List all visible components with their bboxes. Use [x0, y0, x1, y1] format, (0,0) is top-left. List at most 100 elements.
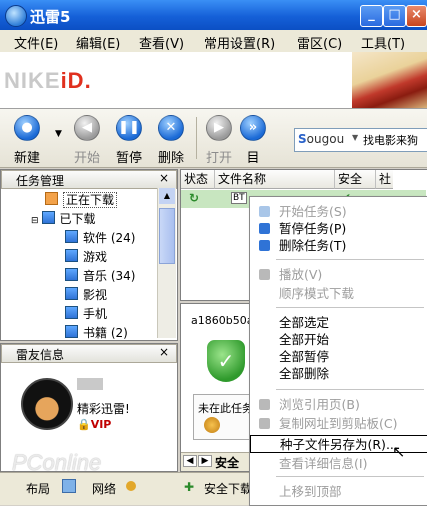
layout-icon: [62, 479, 76, 493]
scrollbar[interactable]: ▲: [157, 188, 176, 338]
safe-download-text[interactable]: 安全下载: [204, 480, 252, 497]
tree-item-mobile[interactable]: 手机: [65, 305, 107, 322]
menu-edit[interactable]: 编辑(E): [76, 33, 120, 52]
menu-item-pause-all[interactable]: 全部暂停: [250, 348, 427, 366]
copy-url-icon: [259, 418, 270, 429]
maximize-button[interactable]: □: [383, 5, 406, 27]
collapse-icon[interactable]: ⊟: [31, 216, 39, 226]
menu-item-delete-task[interactable]: 删除任务(T): [250, 237, 427, 255]
close-icon[interactable]: ×: [159, 171, 169, 185]
bt-file-icon: BT: [231, 192, 247, 204]
menu-item-label: 开始任务(S): [279, 204, 347, 219]
layout-button[interactable]: 布局: [26, 480, 50, 497]
safe-download-icon: ✚: [184, 480, 195, 494]
menu-item-label: 暂停任务(P): [279, 221, 347, 236]
menu-item-start-all[interactable]: 全部开始: [250, 331, 427, 349]
close-icon[interactable]: ×: [159, 345, 169, 359]
menu-item-label: 播放(V): [279, 267, 323, 282]
menu-item-label: 查看详细信息(I): [279, 456, 368, 471]
tab-prev-icon[interactable]: ◀: [183, 455, 197, 467]
new-button[interactable]: ● 新建: [10, 115, 44, 166]
search-box[interactable]: Sougou ▼ 找电影来狗: [294, 128, 427, 152]
menu-item-move-to-top[interactable]: 上移到顶部: [250, 483, 427, 501]
friend-panel-header: 雷友信息 ×: [1, 344, 177, 363]
status-icon: ↻: [189, 191, 200, 205]
nike-logo: NIKEiD.: [4, 68, 92, 93]
tab-next-icon[interactable]: ▶: [198, 455, 212, 467]
engine-dropdown-icon[interactable]: ▼: [352, 133, 358, 142]
menu-item-pause-task[interactable]: 暂停任务(P): [250, 220, 427, 238]
title-bar[interactable]: 迅雷5 _ □ ×: [0, 0, 427, 30]
menu-item-play[interactable]: 播放(V): [250, 266, 427, 284]
scroll-up-icon[interactable]: ▲: [159, 188, 175, 204]
slogan-text: 精彩迅雷!: [77, 402, 130, 416]
menu-item-label: 浏览引用页(B): [279, 397, 360, 412]
ad-image: [352, 52, 427, 108]
menu-item-copy-url[interactable]: 复制网址到剪贴板(C): [250, 415, 427, 433]
new-dropdown-icon[interactable]: ▼: [55, 129, 62, 139]
security-shield-icon: ✓: [207, 340, 245, 382]
directory-button[interactable]: » 目: [240, 115, 266, 166]
tree-item-games[interactable]: 游戏: [65, 248, 107, 265]
ad-banner[interactable]: NIKEiD.: [0, 52, 427, 109]
notice-text: 未在此任务: [198, 402, 253, 415]
folder-icon: [65, 306, 78, 319]
menu-item-label: 删除任务(T): [279, 238, 347, 253]
folder-icon: [65, 268, 78, 281]
menu-separator: [276, 389, 424, 390]
menu-item-browse-referrer[interactable]: 浏览引用页(B): [250, 396, 427, 414]
menu-item-sequential-download[interactable]: 顺序模式下载: [250, 285, 427, 303]
menu-view[interactable]: 查看(V): [139, 33, 184, 52]
play-icon: ◀: [74, 115, 100, 141]
search-input[interactable]: 找电影来狗: [363, 132, 418, 148]
toolbar-divider: [196, 117, 197, 159]
start-task-icon: [259, 206, 270, 217]
column-filename[interactable]: 文件名称: [215, 170, 335, 189]
pause-button[interactable]: ❚❚ 暂停: [112, 115, 146, 166]
column-community[interactable]: 社: [376, 170, 393, 189]
start-button[interactable]: ◀ 开始: [70, 115, 104, 166]
menu-item-label: 全部暂停: [279, 349, 330, 364]
close-button[interactable]: ×: [406, 5, 427, 27]
sougou-logo: Sougou: [298, 132, 345, 146]
menu-file[interactable]: 文件(E): [14, 33, 58, 52]
menu-zone[interactable]: 雷区(C): [297, 33, 342, 52]
scroll-thumb[interactable]: [159, 208, 175, 264]
column-security[interactable]: 安全: [335, 170, 376, 189]
avatar[interactable]: [21, 378, 73, 430]
menu-item-delete-all[interactable]: 全部删除: [250, 365, 427, 383]
tree-item-software[interactable]: 软件 (24): [65, 229, 135, 246]
menu-item-start-task[interactable]: 开始任务(S): [250, 203, 427, 221]
tree-item-video[interactable]: 影视: [65, 286, 107, 303]
open-button[interactable]: ▶ 打开: [202, 115, 236, 166]
network-status-icon: [126, 481, 136, 491]
tree-item-downloaded[interactable]: ⊟ 已下载: [31, 210, 96, 227]
friend-panel-title: 雷友信息: [16, 348, 65, 362]
tree-item-downloading[interactable]: 正在下载: [45, 191, 118, 208]
menu-item-select-all[interactable]: 全部选定: [250, 314, 427, 332]
menu-settings[interactable]: 常用设置(R): [204, 33, 275, 52]
minimize-button[interactable]: _: [360, 5, 383, 27]
play-icon: [259, 269, 270, 280]
network-button[interactable]: 网络: [92, 480, 116, 497]
menu-item-label: 上移到顶部: [279, 484, 342, 499]
tree-item-books[interactable]: 书籍 (2): [65, 324, 128, 341]
delete-icon: ✕: [158, 115, 184, 141]
pause-task-icon: [259, 223, 270, 234]
delete-button[interactable]: ✕ 删除: [154, 115, 188, 166]
folder-icon: [65, 325, 78, 338]
column-status[interactable]: 状态: [181, 170, 215, 189]
vip-badge: 🔒VIP: [77, 418, 112, 431]
folder-icon: [65, 287, 78, 300]
tab-security[interactable]: 安全: [215, 454, 239, 471]
seal-icon: [204, 417, 220, 433]
menu-separator: [276, 307, 424, 308]
menu-bar: 文件(E) 编辑(E) 查看(V) 常用设置(R) 雷区(C) 工具(T): [0, 30, 427, 53]
menu-item-label: 种子文件另存为(R)...: [280, 437, 398, 452]
delete-task-icon: [259, 240, 270, 251]
context-menu: 开始任务(S) 暂停任务(P) 删除任务(T) 播放(V) 顺序模式下载 全部选定 全部开始…: [249, 196, 427, 506]
tree-item-music[interactable]: 音乐 (34): [65, 267, 135, 284]
browse-referrer-icon: [259, 399, 270, 410]
menu-item-label: 全部删除: [279, 366, 330, 381]
menu-tools[interactable]: 工具(T): [361, 33, 405, 52]
